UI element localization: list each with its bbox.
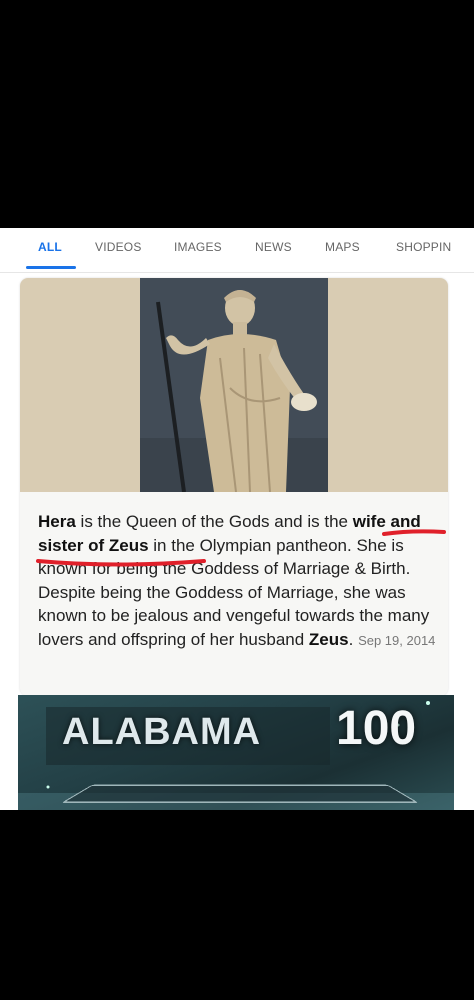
active-tab-indicator — [26, 266, 76, 269]
tab-images[interactable]: IMAGES — [174, 240, 222, 254]
tab-shopping[interactable]: SHOPPIN — [396, 240, 451, 254]
knowledge-card[interactable]: Hera is the Queen of the Gods and is the… — [20, 278, 448, 696]
statue-of-hera-image[interactable] — [140, 278, 328, 492]
alabama-100-meme-banner: ALABAMA 100 — [18, 695, 454, 810]
tab-all[interactable]: ALL — [38, 240, 62, 254]
result-snippet: Hera is the Queen of the Gods and is the… — [38, 510, 438, 652]
tab-videos[interactable]: VIDEOS — [95, 240, 142, 254]
snippet-bold-hera: Hera — [38, 512, 76, 531]
meme-skill-text: ALABAMA — [62, 711, 262, 753]
tab-maps[interactable]: MAPS — [325, 240, 360, 254]
snippet-text-1: is the Queen of the Gods and is the — [75, 512, 353, 531]
card-image-area — [20, 278, 448, 492]
tab-news[interactable]: NEWS — [255, 240, 292, 254]
snippet-text-3: . — [348, 629, 359, 649]
meme-skill-level: 100 — [336, 702, 417, 755]
snippet-bold-zeus: Zeus — [308, 629, 349, 649]
result-date: Sep 19, 2014 — [358, 632, 436, 648]
search-tabs: ALL VIDEOS IMAGES NEWS MAPS SHOPPIN — [0, 228, 474, 273]
statue-illustration — [140, 278, 328, 492]
